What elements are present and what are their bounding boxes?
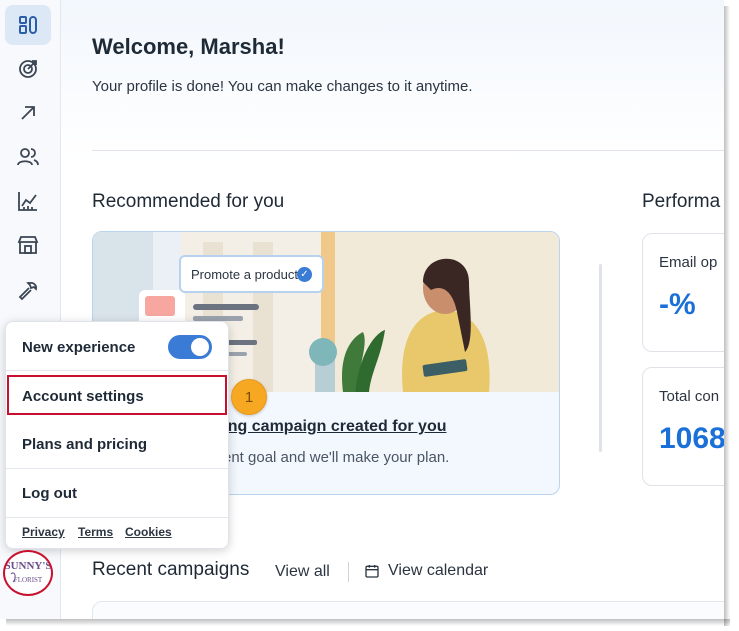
view-all-link[interactable]: View all xyxy=(275,563,330,581)
perf-label: Email op xyxy=(659,254,718,271)
window-shadow-bottom xyxy=(6,619,730,626)
sidebar-item-integrations[interactable] xyxy=(5,269,51,309)
carousel-scrollbar[interactable] xyxy=(599,264,602,452)
cookies-link[interactable]: Cookies xyxy=(125,525,172,539)
wrench-icon xyxy=(18,282,37,301)
promote-product-chip: Promote a product ✓ xyxy=(179,255,324,293)
arrow-up-right-icon xyxy=(21,106,35,120)
step-callout-badge: 1 xyxy=(231,379,267,415)
window-shadow-right xyxy=(724,6,730,626)
sidebar-item-website[interactable] xyxy=(5,225,51,265)
new-experience-toggle[interactable] xyxy=(168,335,212,359)
performance-title: Performa xyxy=(642,191,721,212)
perf-label: Total con xyxy=(659,388,720,405)
divider xyxy=(92,150,724,151)
sidebar-item-automations[interactable] xyxy=(5,93,51,133)
audience-icon xyxy=(17,148,39,166)
svg-text:SUNNY'S: SUNNY'S xyxy=(5,560,51,572)
recent-campaigns-card xyxy=(92,601,724,619)
store-icon xyxy=(17,236,39,254)
new-experience-label: New experience xyxy=(22,339,136,356)
recommended-title: Recommended for you xyxy=(92,191,285,212)
sidebar-item-campaigns[interactable] xyxy=(5,49,51,89)
chip-label: Promote a product xyxy=(191,266,298,282)
plans-pricing-item[interactable]: Plans and pricing xyxy=(22,436,147,453)
sidebar-item-dashboard[interactable] xyxy=(5,5,51,45)
menu-divider xyxy=(6,517,228,518)
dashboard-icon xyxy=(19,16,37,34)
target-icon xyxy=(19,60,37,78)
perf-value: 1068 xyxy=(659,422,724,455)
separator xyxy=(348,562,349,582)
check-icon: ✓ xyxy=(297,267,312,282)
analytics-icon xyxy=(18,192,37,211)
sidebar-item-audience[interactable] xyxy=(5,137,51,177)
app-window: Welcome, Marsha! Your profile is done! Y… xyxy=(0,0,724,619)
account-settings-highlight xyxy=(7,375,227,415)
page-title: Welcome, Marsha! xyxy=(92,34,285,59)
view-calendar-label: View calendar xyxy=(388,562,489,579)
email-open-rate-card[interactable]: Email op -% xyxy=(642,233,724,352)
toggle-knob xyxy=(191,338,209,356)
recommended-campaign-link[interactable]: ting campaign created for you xyxy=(218,418,446,436)
terms-link[interactable]: Terms xyxy=(78,525,113,539)
recent-campaigns-title: Recent campaigns xyxy=(92,559,250,580)
profile-status-text: Your profile is done! You can make chang… xyxy=(92,78,473,95)
sunnys-florist-logo: SUNNY'S FLORIST xyxy=(5,560,51,584)
total-contacts-card[interactable]: Total con 1068 xyxy=(642,367,724,486)
avatar[interactable]: SUNNY'S FLORIST xyxy=(3,550,53,596)
svg-text:FLORIST: FLORIST xyxy=(14,576,43,584)
menu-divider xyxy=(6,468,228,469)
privacy-link[interactable]: Privacy xyxy=(22,525,65,539)
view-calendar-link[interactable]: View calendar xyxy=(364,562,488,580)
log-out-item[interactable]: Log out xyxy=(22,485,77,502)
account-menu: New experience Account settings Plans an… xyxy=(5,321,229,549)
menu-divider xyxy=(6,370,228,371)
perf-value: -% xyxy=(659,288,696,321)
sidebar-item-analytics[interactable] xyxy=(5,181,51,221)
recommended-description: rent goal and we'll make your plan. xyxy=(218,449,450,466)
calendar-icon xyxy=(365,565,379,578)
